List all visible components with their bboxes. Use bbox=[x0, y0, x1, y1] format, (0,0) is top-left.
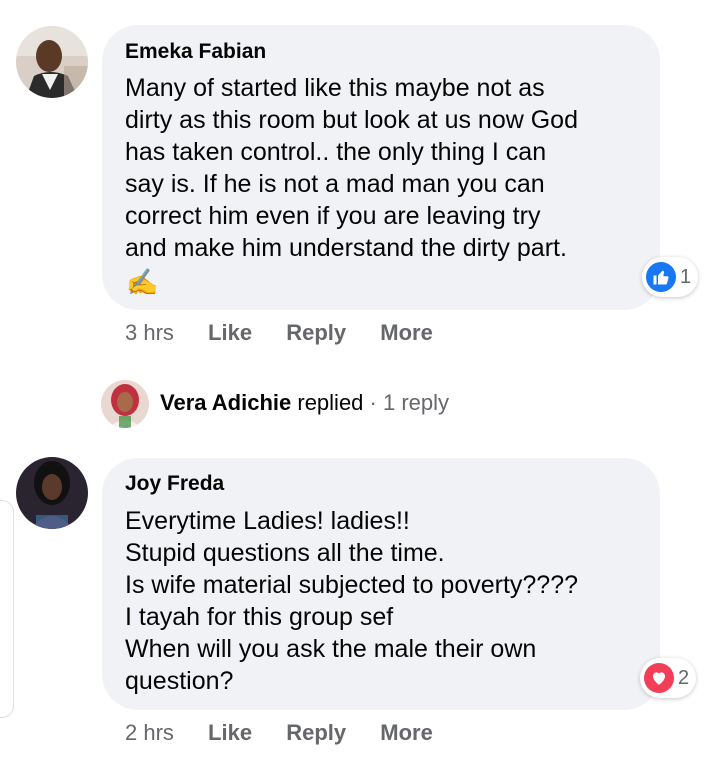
comment-text-line: Many of started like this maybe not as bbox=[125, 74, 545, 102]
view-replies-link[interactable]: Vera Adichie replied · 1 reply bbox=[160, 390, 449, 416]
comment-text-line: dirty as this room but look at us now Go… bbox=[125, 106, 578, 134]
comment-text: Everytime Ladies! ladies!! Stupid questi… bbox=[125, 505, 578, 697]
comment-text-line: When will you ask the male their own bbox=[125, 635, 537, 663]
reply-button[interactable]: Reply bbox=[286, 720, 346, 745]
reply-author-name: Vera Adichie bbox=[160, 390, 292, 415]
avatar-photo bbox=[16, 26, 88, 98]
comment-text-line: and make him understand the dirty part. bbox=[125, 234, 567, 262]
avatar-photo bbox=[16, 457, 88, 529]
reaction-count-badge[interactable]: 2 bbox=[640, 658, 697, 698]
love-icon bbox=[644, 663, 674, 693]
like-button[interactable]: Like bbox=[208, 320, 252, 345]
reaction-count: 2 bbox=[678, 666, 690, 689]
comment-text-line: say is. If he is not a mad man you can bbox=[125, 170, 545, 198]
comment-author-name[interactable]: Emeka Fabian bbox=[125, 40, 266, 64]
more-button[interactable]: More bbox=[380, 720, 433, 745]
comment-actions: 2 hrs Like Reply More bbox=[125, 720, 433, 746]
comment-text-line: Everytime Ladies! ladies!! bbox=[125, 507, 410, 535]
comment-author-name[interactable]: Joy Freda bbox=[125, 472, 224, 496]
avatar-joy-freda[interactable] bbox=[16, 457, 88, 529]
separator-dot: · bbox=[369, 390, 377, 415]
comment-timestamp[interactable]: 2 hrs bbox=[125, 720, 174, 745]
like-icon bbox=[646, 262, 676, 292]
avatar-emeka-fabian[interactable] bbox=[16, 26, 88, 98]
offscreen-panel-edge bbox=[0, 500, 14, 718]
comment-text-line: has taken control.. the only thing I can bbox=[125, 138, 547, 166]
replied-label: replied bbox=[297, 390, 364, 415]
like-button[interactable]: Like bbox=[208, 720, 252, 745]
comment-text-line: Stupid questions all the time. bbox=[125, 539, 445, 567]
comment-text: Many of started like this maybe not as d… bbox=[125, 72, 578, 264]
comment-text-line: I tayah for this group sef bbox=[125, 603, 394, 631]
reaction-count: 1 bbox=[680, 265, 692, 288]
comment-actions: 3 hrs Like Reply More bbox=[125, 320, 433, 346]
comment-timestamp[interactable]: 3 hrs bbox=[125, 320, 174, 345]
reply-button[interactable]: Reply bbox=[286, 320, 346, 345]
writing-hand-emoji: ✍️ bbox=[126, 267, 159, 297]
avatar-photo bbox=[101, 380, 149, 428]
comment-text-line: Is wife material subjected to poverty???… bbox=[125, 571, 579, 599]
comment-text-line: question? bbox=[125, 667, 234, 695]
reply-count: 1 reply bbox=[383, 390, 450, 415]
reaction-count-badge[interactable]: 1 bbox=[642, 257, 699, 297]
comment-text-line: correct him even if you are leaving try bbox=[125, 202, 541, 230]
more-button[interactable]: More bbox=[380, 320, 433, 345]
avatar-vera-adichie[interactable] bbox=[101, 380, 149, 428]
